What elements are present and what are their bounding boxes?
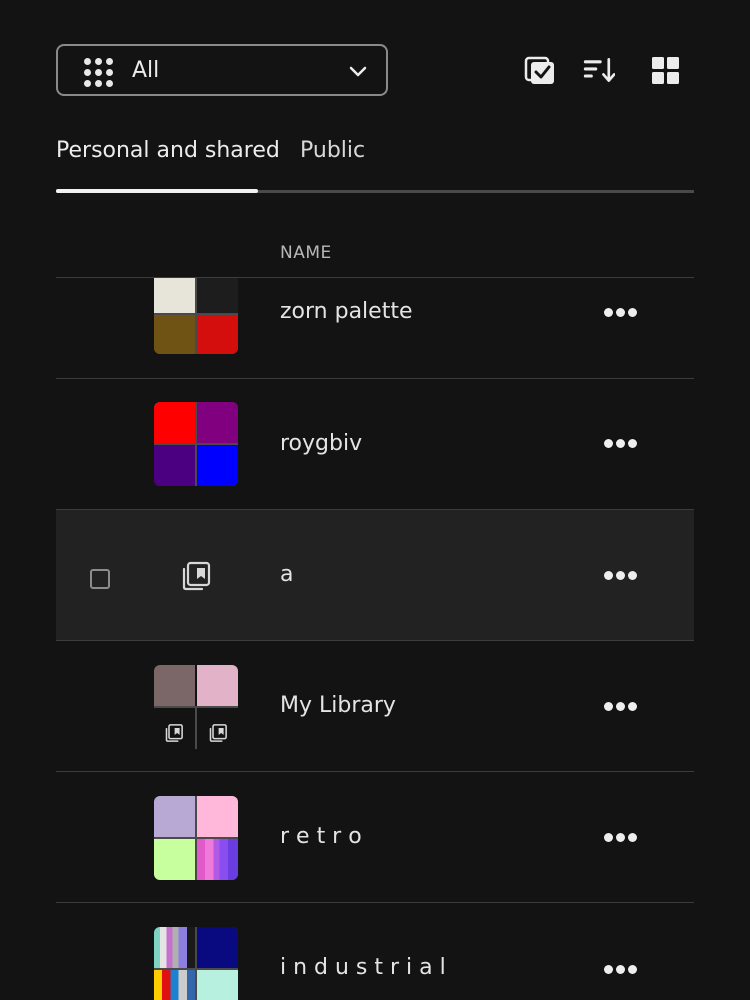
more-options-icon[interactable] — [604, 308, 638, 318]
tab-public[interactable]: Public — [300, 138, 365, 163]
library-filter-dropdown[interactable]: All — [56, 44, 388, 96]
libraries-panel: All Personal and shared Public NAME zorn… — [0, 0, 750, 1000]
more-options-icon[interactable] — [604, 571, 638, 581]
library-thumbnail — [154, 927, 238, 1000]
library-name: My Library — [280, 693, 396, 718]
library-row-roygbiv[interactable]: roygbiv — [56, 379, 694, 510]
library-row-retro[interactable]: r e t r o — [56, 772, 694, 903]
library-name: r e t r o — [280, 824, 362, 849]
more-options-icon[interactable] — [604, 439, 638, 449]
library-thumbnail — [154, 402, 238, 486]
library-tabs: Personal and shared Public — [56, 138, 694, 198]
library-row-a[interactable]: a — [56, 510, 694, 641]
library-thumbnail — [154, 796, 238, 880]
chevron-down-icon — [349, 66, 367, 77]
library-row-zorn-palette[interactable]: zorn palette — [56, 248, 694, 379]
grid-view-icon[interactable] — [650, 54, 682, 86]
library-thumbnail — [154, 278, 238, 354]
library-name: a — [280, 562, 294, 587]
filter-label: All — [132, 58, 160, 83]
library-name: roygbiv — [280, 431, 363, 456]
more-options-icon[interactable] — [604, 833, 638, 843]
active-tab-indicator — [56, 189, 258, 193]
more-options-icon[interactable] — [604, 965, 638, 975]
library-copy-icon — [165, 724, 183, 742]
library-copy-icon — [209, 724, 227, 742]
library-row-my-library[interactable]: My Library — [56, 641, 694, 772]
select-check-icon[interactable] — [524, 54, 556, 86]
library-copy-icon — [182, 561, 211, 591]
library-thumbnail — [154, 665, 238, 749]
grid-dots-icon — [84, 58, 114, 88]
library-name: zorn palette — [280, 299, 413, 324]
library-row-industrial[interactable]: i n d u s t r i a l — [56, 903, 694, 1000]
sort-icon[interactable] — [583, 54, 615, 86]
more-options-icon[interactable] — [604, 702, 638, 712]
tab-personal-and-shared[interactable]: Personal and shared — [56, 138, 280, 163]
row-select-checkbox[interactable] — [90, 569, 110, 589]
library-name: i n d u s t r i a l — [280, 955, 446, 980]
